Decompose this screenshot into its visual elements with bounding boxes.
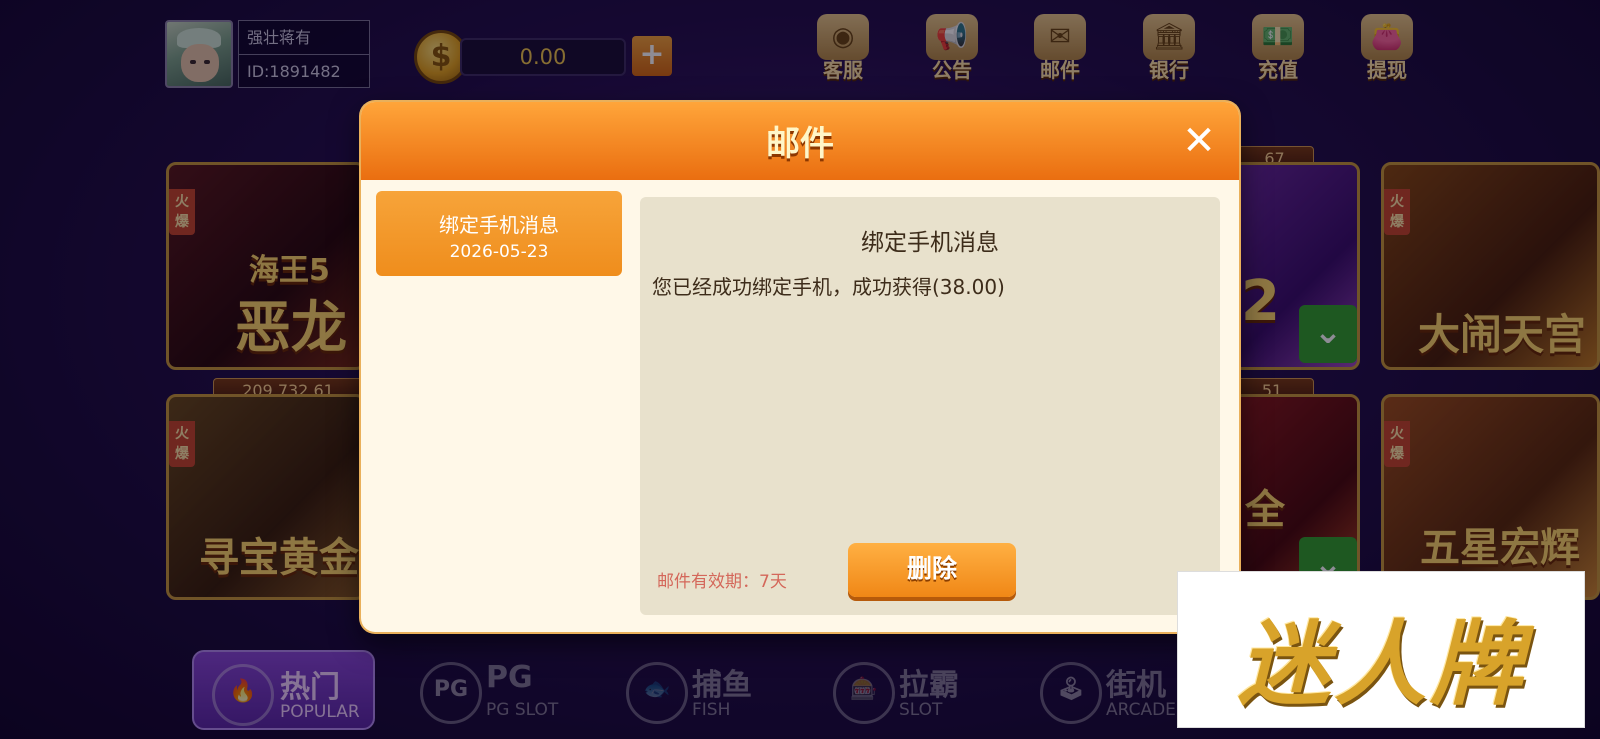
close-icon[interactable]: ✕	[1179, 121, 1219, 162]
watermark-text: 迷人牌	[1237, 611, 1526, 718]
mail-item-date: 2026-05-23	[449, 242, 549, 262]
mail-body: 您已经成功绑定手机，成功获得(38.00)	[652, 275, 1005, 299]
mail-detail-panel: 绑定手机消息 您已经成功绑定手机，成功获得(38.00) 邮件有效期：7天 删除	[640, 197, 1220, 615]
mail-list-item[interactable]: 绑定手机消息 2026-05-23	[376, 191, 622, 276]
watermark-logo: 迷人牌	[1177, 571, 1585, 728]
dialog-title: 邮件	[766, 124, 834, 164]
mail-dialog: 邮件 ✕ 绑定手机消息 2026-05-23 绑定手机消息 您已经成功绑定手机，…	[361, 102, 1239, 632]
delete-button[interactable]: 删除	[848, 543, 1016, 597]
mail-item-title: 绑定手机消息	[439, 213, 559, 237]
mail-subject: 绑定手机消息	[861, 230, 999, 256]
mail-expiry: 邮件有效期：7天	[657, 572, 787, 592]
